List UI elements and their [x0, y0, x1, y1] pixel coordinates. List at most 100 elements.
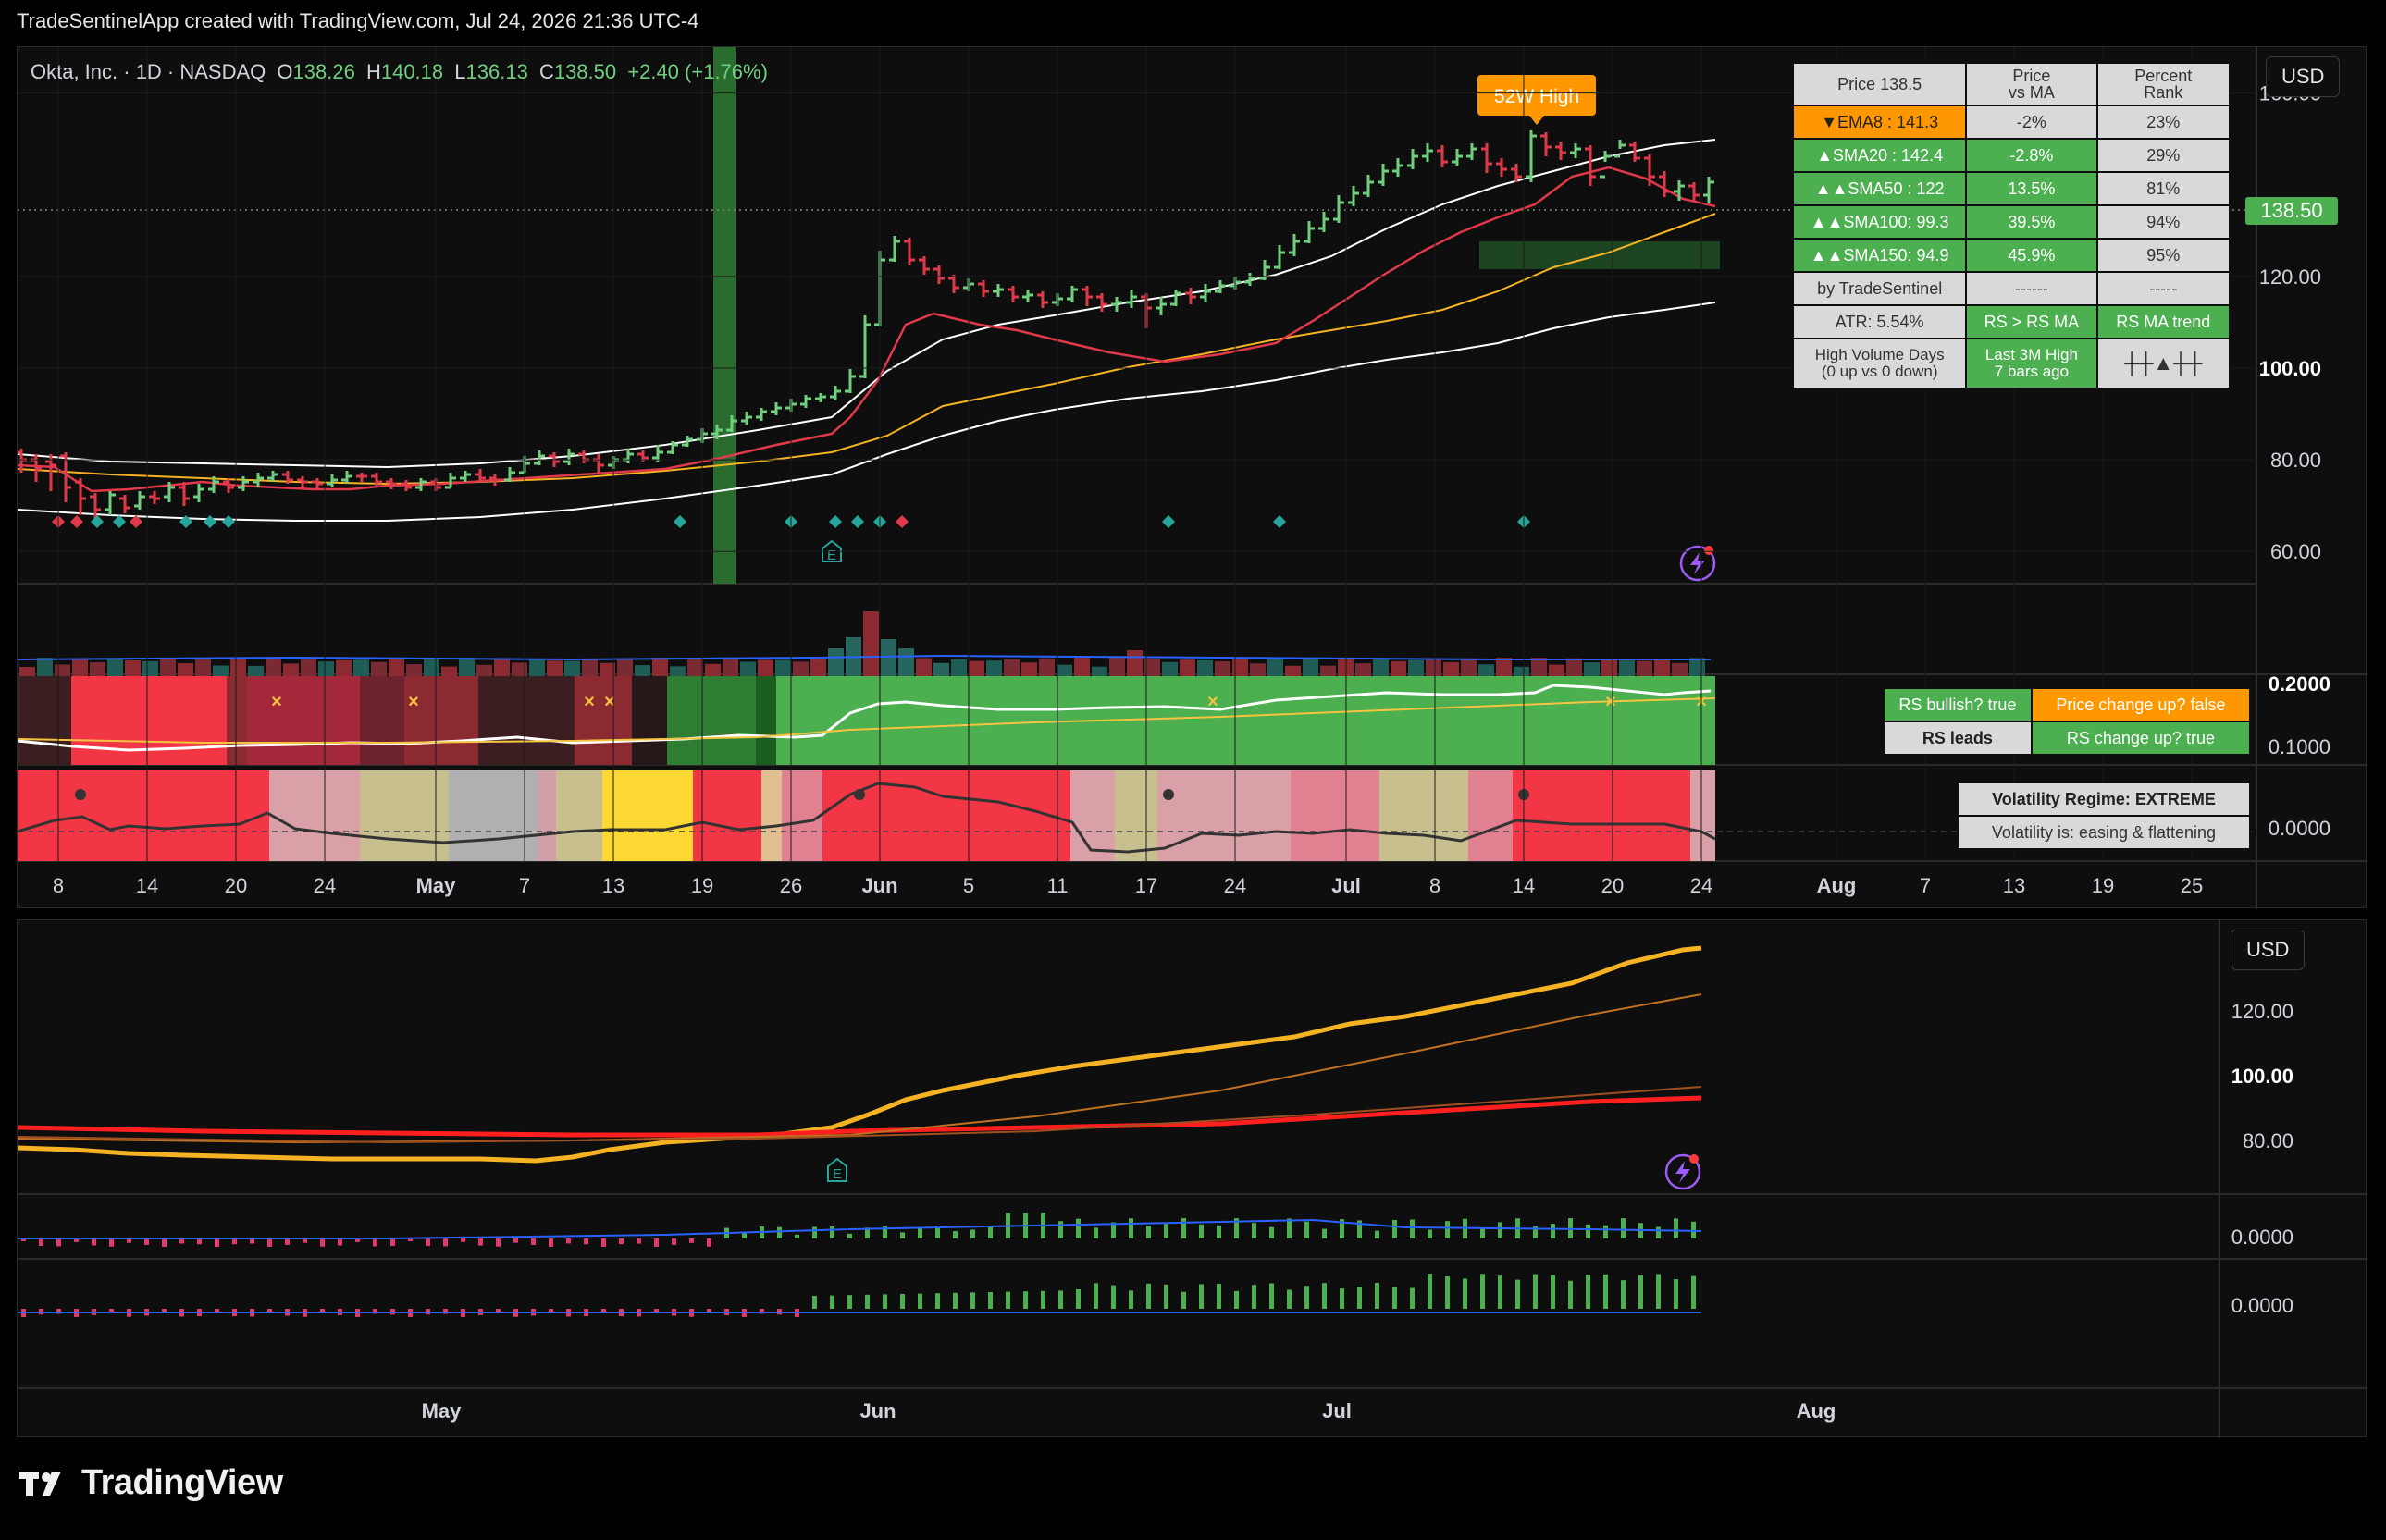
volume-bar	[459, 658, 475, 676]
momentum-bar	[812, 1226, 817, 1238]
tradingview-brand: TradingView	[81, 1463, 283, 1502]
comparison-chart-svg[interactable]: E 120.00 100.00 80.00 0.0000 0.0000 May Jun Ju…	[17, 920, 2367, 1438]
date-axis-label: 17	[1135, 874, 1157, 897]
main-chart-panel[interactable]: ××××××× 52W High E 160.00120.00100.0080.…	[16, 46, 2367, 909]
volume-bar	[424, 658, 439, 676]
ma-row-sma20: ▲SMA20 : 142.4	[1791, 138, 1968, 173]
svg-text:138.50: 138.50	[2260, 199, 2322, 222]
high-label: H	[365, 60, 381, 83]
rs-band-segment	[822, 676, 1715, 765]
volume-bar	[1021, 662, 1037, 676]
earnings-icon[interactable]: E	[827, 1157, 847, 1182]
volume-bar	[898, 648, 914, 676]
momentum-bar	[373, 1238, 377, 1247]
momentum-bar	[1304, 1286, 1309, 1309]
volume-bar	[230, 658, 246, 676]
momentum-bar	[443, 1238, 448, 1247]
lightning-icon[interactable]	[1679, 545, 1716, 582]
volume-bar	[318, 661, 334, 676]
ma-header-rank: Percent Rank	[2095, 62, 2231, 106]
volume-bar	[1004, 659, 1020, 676]
volume-bar	[1250, 663, 1266, 676]
momentum-bar	[1392, 1219, 1397, 1238]
rs-band-segment	[632, 676, 667, 765]
momentum-bar	[918, 1293, 922, 1309]
vol-band-segment	[1468, 770, 1513, 861]
high52-flag: 52W High	[1477, 75, 1596, 125]
lower-date-label: Aug	[1797, 1399, 1836, 1423]
lower-chart-panel[interactable]: E 120.00 100.00 80.00 0.0000 0.0000 May Jun Ju…	[17, 919, 2367, 1438]
momentum-bar	[1603, 1225, 1608, 1238]
lower-date-label: Jul	[1322, 1399, 1352, 1423]
currency-button[interactable]: USD	[2266, 56, 2341, 97]
momentum-bar	[1656, 1226, 1661, 1238]
momentum-bar	[390, 1238, 395, 1247]
ma-credit: by TradeSentinel	[1791, 271, 1968, 306]
earnings-icon[interactable]: E	[822, 539, 842, 563]
vol-band-segment	[761, 770, 782, 861]
ma-cell: 45.9%	[1965, 238, 2098, 273]
volume-bar	[705, 663, 721, 676]
ma-header-price: Price 138.5	[1791, 62, 1968, 106]
volume-bar	[1566, 658, 1582, 676]
vol-band-segment	[822, 770, 1070, 861]
ma-cell: 81%	[2095, 171, 2231, 206]
momentum-bar	[1674, 1218, 1678, 1238]
momentum-bar	[1551, 1224, 1555, 1238]
ma-cell: 95%	[2095, 238, 2231, 273]
volume-bar	[1601, 659, 1617, 676]
volume-bar	[986, 660, 1002, 676]
volume-bar	[1391, 660, 1406, 676]
vol-band-segment	[1690, 770, 1715, 861]
lower-date-label: May	[422, 1399, 463, 1423]
volume-bar	[336, 659, 352, 676]
price-axis-label: 60.00	[2270, 540, 2321, 563]
price-axis-label: 100.00	[2259, 357, 2321, 380]
date-axis-label: 8	[53, 874, 64, 897]
momentum-bar	[1375, 1230, 1379, 1238]
volume-bar	[740, 661, 756, 676]
momentum-bar	[566, 1238, 571, 1244]
price-axis-label: 80.00	[2270, 449, 2321, 472]
ma-cell: -2.8%	[1965, 138, 2098, 173]
momentum-bar	[1498, 1275, 1502, 1309]
volume-bar	[617, 658, 633, 676]
volume-bar	[476, 664, 492, 676]
ma-header-vs: Price vs MA	[1965, 62, 2098, 106]
close-value: 138.50	[553, 60, 617, 83]
momentum-bar	[812, 1296, 817, 1309]
momentum-bar	[461, 1238, 465, 1242]
lightning-icon[interactable]	[1664, 1153, 1701, 1190]
momentum-bar	[1058, 1221, 1063, 1238]
momentum-bar	[513, 1238, 518, 1243]
volume-bar	[1619, 660, 1635, 676]
momentum-bar	[1428, 1229, 1432, 1238]
volume-bar	[1461, 658, 1477, 676]
momentum-bar	[988, 1226, 993, 1238]
vol-band-segment	[556, 770, 602, 861]
volume-bar	[55, 664, 70, 676]
signal-diamond	[113, 515, 126, 528]
lower-axis-label: 80.00	[2243, 1129, 2293, 1152]
momentum-bar	[1287, 1289, 1292, 1309]
volume-bar	[1443, 661, 1459, 676]
momentum-bar	[1217, 1284, 1221, 1309]
hv-days-cell: High Volume Days (0 up vs 0 down)	[1791, 338, 1968, 389]
vol-band-segment	[358, 770, 360, 861]
rs-axis-label: 0.2000	[2269, 672, 2330, 696]
ma-row-sma100: ▲▲SMA100: 99.3	[1791, 204, 1968, 240]
price-change-up: Price change up? false	[2030, 687, 2252, 722]
currency-button-lower[interactable]: USD	[2231, 930, 2306, 970]
volume-bar	[283, 663, 299, 676]
momentum-bar	[1129, 1290, 1133, 1309]
date-axis-label: 25	[2181, 874, 2203, 897]
momentum-bar	[1691, 1275, 1696, 1309]
rs-band-segment	[227, 676, 247, 765]
volume-bar	[1408, 659, 1424, 676]
volume-bar	[266, 658, 281, 676]
momentum-bar	[285, 1238, 290, 1245]
volume-bar	[758, 659, 773, 676]
vol-dot	[75, 789, 86, 800]
momentum-bar	[689, 1238, 694, 1243]
comparison-lines	[17, 945, 1702, 1164]
